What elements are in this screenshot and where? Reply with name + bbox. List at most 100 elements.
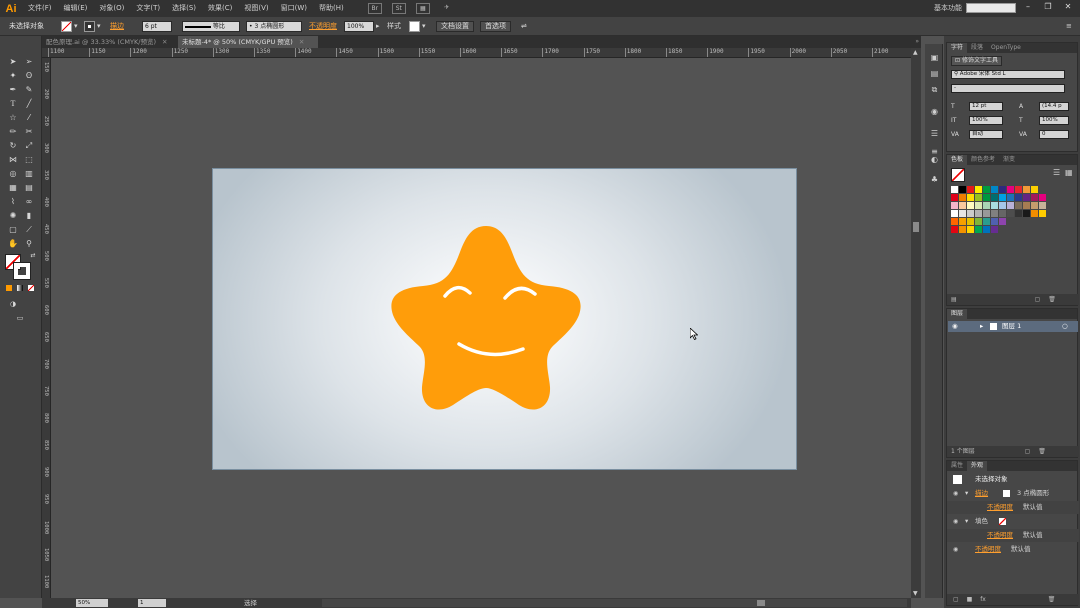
color-swatch[interactable] [983, 202, 990, 209]
menu-edit[interactable]: 编辑(E) [58, 0, 94, 17]
artboard-number-field[interactable]: 1 [138, 599, 166, 607]
color-swatch[interactable] [975, 218, 982, 225]
artboards-panel-icon[interactable]: ▣ [929, 52, 940, 63]
pencil-icon[interactable]: ✏ [6, 126, 20, 138]
new-layer-icon[interactable]: ▢ [1025, 448, 1031, 455]
selection-tool-icon[interactable]: ➤ [6, 56, 20, 68]
visibility-eye-icon[interactable]: ◉ [953, 487, 958, 500]
color-swatch[interactable] [1015, 202, 1022, 209]
magic-wand-icon[interactable]: ✦ [6, 70, 20, 82]
font-family-field[interactable]: ⚲ Adobe 宋体 Std L [951, 70, 1065, 79]
curvature-tool-icon[interactable]: ✎ [22, 84, 36, 96]
chevron-down-icon[interactable]: ▾ [422, 21, 426, 32]
color-swatch[interactable] [983, 194, 990, 201]
direct-selection-tool-icon[interactable]: ➢ [22, 56, 36, 68]
color-swatch[interactable] [991, 218, 998, 225]
color-swatch[interactable] [951, 202, 958, 209]
gpu-rocket-icon[interactable]: ✈ [440, 3, 454, 14]
swatch-libraries-icon[interactable]: ▤ [951, 296, 957, 303]
hand-tool-icon[interactable]: ✋ [6, 238, 20, 250]
color-swatch[interactable] [999, 202, 1006, 209]
free-transform-icon[interactable]: ⬚ [22, 154, 36, 166]
color-swatch[interactable] [991, 194, 998, 201]
vertical-scrollbar[interactable]: ▲ ▼ [911, 48, 921, 598]
color-swatch[interactable] [951, 194, 958, 201]
color-swatch[interactable] [991, 186, 998, 193]
appearance-fill-row[interactable]: ◉ ▾ 填色 [947, 515, 1079, 528]
visibility-eye-icon[interactable]: ◉ [952, 321, 958, 332]
stroke-profile-dropdown[interactable]: 等比 [182, 21, 240, 32]
color-swatch[interactable] [991, 226, 998, 233]
color-swatch[interactable] [983, 210, 990, 217]
fill-opacity-label[interactable]: 不透明度 [987, 529, 1013, 542]
perspective-grid-icon[interactable]: ▥ [22, 168, 36, 180]
color-swatch[interactable] [975, 226, 982, 233]
color-swatch[interactable] [999, 194, 1006, 201]
draw-mode-icon[interactable]: ◑ [6, 298, 20, 310]
rotate-tool-icon[interactable]: ↻ [6, 140, 20, 152]
color-swatch[interactable] [975, 210, 982, 217]
color-swatch[interactable] [975, 186, 982, 193]
mesh-tool-icon[interactable]: ▦ [6, 182, 20, 194]
bridge-icon[interactable]: Br [367, 3, 382, 14]
tab-properties[interactable]: 属性 [947, 461, 967, 471]
panel-menu-icon[interactable]: ≡ [1066, 21, 1072, 32]
vertical-ruler[interactable]: 150 200 250 300 350 400 450 500 550 600 650 700 750 8… [42, 58, 51, 598]
tab-layers[interactable]: 图层 [947, 309, 968, 319]
artboard[interactable] [212, 168, 797, 470]
color-swatch[interactable] [967, 210, 974, 217]
font-style-field[interactable]: - [951, 84, 1065, 93]
opacity-field[interactable]: 100% [344, 21, 374, 32]
tracking-field[interactable]: 0 [1039, 130, 1069, 139]
add-fill-icon[interactable]: ■ [967, 596, 973, 603]
color-swatch[interactable] [999, 210, 1006, 217]
line-tool-icon[interactable]: ╱ [22, 98, 36, 110]
screen-mode-icon[interactable]: ▭ [13, 312, 27, 324]
grid-view-icon[interactable]: ▦ [1065, 168, 1073, 177]
restore-icon[interactable]: ❐ [1040, 0, 1056, 14]
horizontal-scrollbar[interactable] [322, 599, 907, 607]
stroke-label[interactable]: 描边 [110, 21, 124, 32]
stroke-color-icon[interactable] [13, 262, 31, 280]
color-swatch[interactable] [991, 210, 998, 217]
color-swatch[interactable] [991, 202, 998, 209]
star-tool-icon[interactable]: ☆ [6, 112, 20, 124]
scroll-up-icon[interactable]: ▲ [913, 49, 918, 56]
tab-opentype[interactable]: OpenType [987, 43, 1025, 53]
stroke-swatch[interactable] [1003, 490, 1010, 497]
color-swatch[interactable] [1007, 186, 1014, 193]
tab-document-1[interactable]: 配色原理.ai @ 33.33% (CMYK/预览) ✕ [42, 36, 178, 48]
color-mode-icon[interactable] [6, 285, 12, 291]
font-size-field[interactable]: 12 pt [969, 102, 1003, 111]
canvas-area[interactable] [51, 58, 911, 598]
tab-color-guide[interactable]: 颜色参考 [967, 155, 999, 165]
preferences-button[interactable]: 首选项 [480, 21, 511, 32]
close-icon[interactable]: ✕ [299, 38, 304, 46]
transform-panel-icon[interactable]: ⧉ [929, 84, 940, 95]
lasso-icon[interactable]: ʘ [22, 70, 36, 82]
color-swatch[interactable] [975, 194, 982, 201]
menu-type[interactable]: 文字(T) [130, 0, 166, 17]
swap-colors-icon[interactable]: ⇄ [26, 250, 40, 262]
swatch-grid[interactable] [951, 186, 1075, 258]
color-swatch[interactable] [967, 226, 974, 233]
stroke-label[interactable]: 描边 [975, 487, 988, 500]
blend-tool-icon[interactable]: ∞ [22, 196, 36, 208]
menu-object[interactable]: 对象(O) [93, 0, 130, 17]
color-swatch[interactable] [1031, 186, 1038, 193]
trash-icon[interactable]: 🗑 [1038, 448, 1046, 455]
color-swatch[interactable] [1031, 210, 1038, 217]
tab-paragraph[interactable]: 段落 [967, 43, 987, 53]
expand-arrow-icon[interactable]: ▾ [965, 515, 968, 528]
color-swatch[interactable] [999, 186, 1006, 193]
color-swatch[interactable] [959, 226, 966, 233]
brush-dropdown[interactable]: • 3 点椭圆形 [246, 21, 302, 32]
scissors-icon[interactable]: ✂ [22, 126, 36, 138]
width-tool-icon[interactable]: ⋈ [6, 154, 20, 166]
tab-appearance[interactable]: 外观 [967, 461, 988, 471]
menu-window[interactable]: 窗口(W) [275, 0, 313, 17]
eyedropper-icon[interactable]: ⌇ [6, 196, 20, 208]
fill-label[interactable]: 填色 [975, 515, 988, 528]
stroke-opacity-label[interactable]: 不透明度 [987, 501, 1013, 514]
expand-arrow-icon[interactable]: ▸ [980, 321, 983, 332]
